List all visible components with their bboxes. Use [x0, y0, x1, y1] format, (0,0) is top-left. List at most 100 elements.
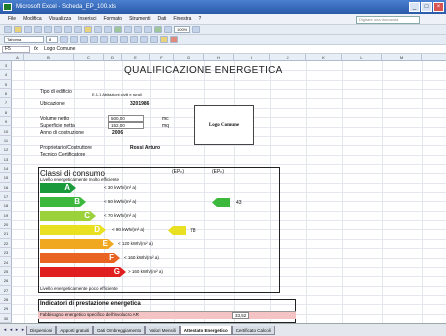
row-header-17[interactable]: 17	[0, 192, 12, 202]
font-color-icon[interactable]	[170, 36, 178, 43]
currency-icon[interactable]	[130, 36, 138, 43]
sort-desc-icon[interactable]	[144, 26, 152, 33]
row-header-20[interactable]: 20	[0, 220, 12, 230]
indicatori-value[interactable]: 33,52	[232, 312, 250, 319]
name-box[interactable]: F5	[2, 46, 30, 53]
paste-icon[interactable]	[84, 26, 92, 33]
row-header-25[interactable]: 25	[0, 267, 12, 277]
autosum-icon[interactable]	[124, 26, 132, 33]
column-header-f[interactable]: F	[150, 54, 174, 61]
merge-icon[interactable]	[120, 36, 128, 43]
row-header-3[interactable]: 3	[0, 61, 12, 71]
preview-icon[interactable]	[44, 26, 52, 33]
row-header-4[interactable]: 4	[0, 70, 12, 80]
minimize-button[interactable]: _	[409, 2, 420, 12]
cut-icon[interactable]	[64, 26, 72, 33]
column-header-e[interactable]: E	[122, 54, 150, 61]
row-header-10[interactable]: 10	[0, 127, 12, 136]
column-header-g[interactable]: G	[174, 54, 204, 61]
row-header-29[interactable]: 29	[0, 304, 12, 314]
tab-ombreggiamento[interactable]: Dati Ombreggiamento	[93, 325, 146, 335]
drawing-icon[interactable]	[164, 26, 172, 33]
sort-asc-icon[interactable]	[134, 26, 142, 33]
font-select[interactable]: Tahoma	[4, 36, 44, 43]
row-header-8[interactable]: 8	[0, 108, 12, 118]
tab-valori-mensili[interactable]: Valori Mensili	[145, 325, 180, 335]
column-header-b[interactable]: B	[24, 54, 74, 61]
superficie-field[interactable]: 152,00	[108, 122, 144, 129]
align-right-icon[interactable]	[110, 36, 118, 43]
menu-modifica[interactable]: Modifica	[23, 16, 42, 22]
column-header-l[interactable]: L	[342, 54, 382, 61]
tab-apporti[interactable]: Apporti gratuiti	[56, 325, 94, 335]
fx-icon[interactable]: fx	[34, 46, 38, 53]
chart-icon[interactable]	[154, 26, 162, 33]
save-icon[interactable]	[24, 26, 32, 33]
worksheet-grid[interactable]: QUALIFICAZIONE ENERGETICA Tipo di edific…	[12, 61, 446, 323]
menu-dati[interactable]: Dati	[157, 16, 166, 22]
column-header-a[interactable]: A	[12, 54, 24, 61]
percent-icon[interactable]	[140, 36, 148, 43]
row-header-27[interactable]: 27	[0, 286, 12, 295]
hyperlink-icon[interactable]	[114, 26, 122, 33]
volume-field[interactable]: 500,00	[108, 115, 144, 122]
italic-icon[interactable]	[70, 36, 78, 43]
tab-attestato[interactable]: Attestato Energetico	[179, 325, 232, 335]
row-header-6[interactable]: 6	[0, 89, 12, 99]
row-header-24[interactable]: 24	[0, 258, 12, 267]
menu-inserisci[interactable]: Inserisci	[78, 16, 96, 22]
maximize-button[interactable]: □	[421, 2, 432, 12]
redo-icon[interactable]	[104, 26, 112, 33]
new-icon[interactable]	[4, 26, 12, 33]
row-header-22[interactable]: 22	[0, 239, 12, 249]
row-header-11[interactable]: 11	[0, 136, 12, 146]
row-header-19[interactable]: 19	[0, 211, 12, 221]
zoom-select[interactable]: 100%	[174, 26, 191, 33]
tab-dispersioni[interactable]: Dispersioni	[26, 325, 57, 335]
underline-icon[interactable]	[80, 36, 88, 43]
row-header-23[interactable]: 23	[0, 248, 12, 258]
font-size-select[interactable]: 8	[46, 36, 58, 43]
row-header-21[interactable]: 21	[0, 229, 12, 239]
menu-strumenti[interactable]: Strumenti	[129, 16, 150, 22]
align-left-icon[interactable]	[90, 36, 98, 43]
menu-finestra[interactable]: Finestra	[173, 16, 191, 22]
row-header-12[interactable]: 12	[0, 145, 12, 155]
column-header-m[interactable]: M	[382, 54, 422, 61]
fill-color-icon[interactable]	[160, 36, 168, 43]
column-header-c[interactable]: C	[74, 54, 104, 61]
row-header-16[interactable]: 16	[0, 183, 12, 192]
column-header-i[interactable]: I	[234, 54, 270, 61]
open-icon[interactable]	[14, 26, 22, 33]
borders-icon[interactable]	[150, 36, 158, 43]
align-center-icon[interactable]	[100, 36, 108, 43]
row-header-28[interactable]: 28	[0, 295, 12, 305]
row-header-15[interactable]: 15	[0, 173, 12, 183]
column-header-k[interactable]: K	[306, 54, 342, 61]
row-header-18[interactable]: 18	[0, 201, 12, 211]
help-search-input[interactable]: Digitare una domanda	[356, 16, 420, 24]
row-header-30[interactable]: 30	[0, 314, 12, 323]
menu-file[interactable]: File	[8, 16, 16, 22]
column-header-h[interactable]: H	[204, 54, 234, 61]
row-header-13[interactable]: 13	[0, 155, 12, 164]
help-icon[interactable]	[192, 26, 201, 33]
row-header-26[interactable]: 26	[0, 276, 12, 286]
column-header-d[interactable]: D	[104, 54, 122, 61]
menu-visualizza[interactable]: Visualizza	[49, 16, 71, 22]
copy-icon[interactable]	[74, 26, 82, 33]
close-button[interactable]: ×	[433, 2, 444, 12]
tab-certificato[interactable]: Certificato Calcoli	[231, 325, 275, 335]
row-header-7[interactable]: 7	[0, 98, 12, 108]
print-icon[interactable]	[34, 26, 42, 33]
row-header-5[interactable]: 5	[0, 80, 12, 90]
row-header-14[interactable]: 14	[0, 164, 12, 174]
formula-input[interactable]: Logo Comune	[44, 46, 75, 53]
bold-icon[interactable]	[60, 36, 68, 43]
undo-icon[interactable]	[94, 26, 102, 33]
row-header-9[interactable]: 9	[0, 117, 12, 127]
menu-help[interactable]: ?	[198, 16, 201, 22]
spell-icon[interactable]	[54, 26, 62, 33]
menu-formato[interactable]: Formato	[103, 16, 122, 22]
column-header-j[interactable]: J	[270, 54, 306, 61]
